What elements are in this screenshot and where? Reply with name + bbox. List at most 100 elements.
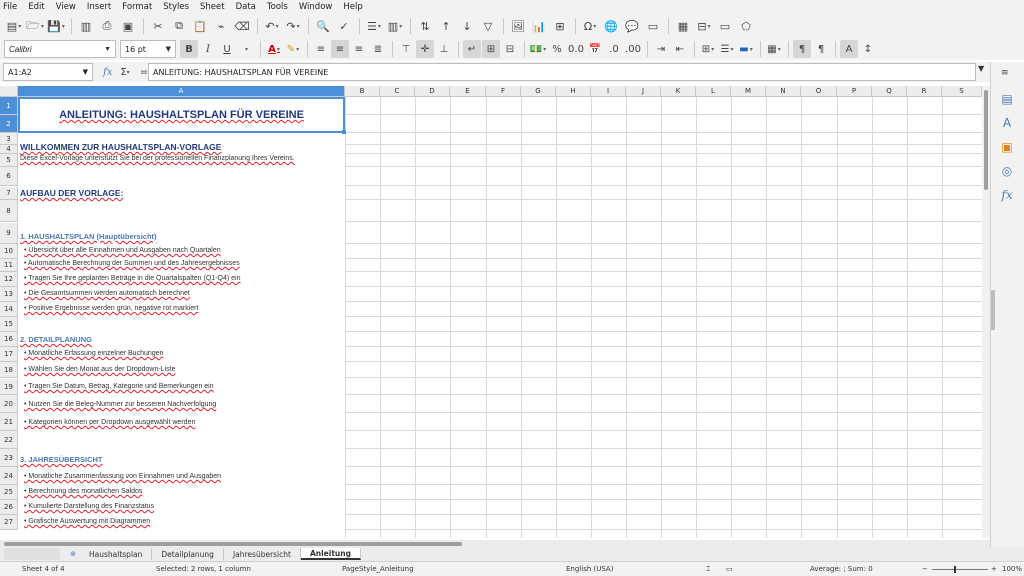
menu-edit[interactable]: Edit: [28, 2, 44, 12]
row-header-10[interactable]: 10: [0, 244, 18, 259]
cell-bullet-item[interactable]: • Berechnung des monatlichen Saldos: [24, 488, 142, 495]
italic-button[interactable]: I: [199, 40, 217, 58]
split-window-icon[interactable]: ▭: [715, 16, 735, 36]
conditional-format-icon[interactable]: ▦ ▾: [765, 40, 783, 58]
freeze-rows-columns-icon[interactable]: ⊟ ▾: [694, 16, 714, 36]
horizontal-scroll-thumb[interactable]: [4, 542, 462, 546]
row-header-2[interactable]: 2: [0, 115, 18, 133]
row-header-12[interactable]: 12: [0, 272, 18, 287]
cell-a7-structure[interactable]: AUFBAU DER VORLAGE:: [20, 188, 123, 198]
underline-dropdown-icon[interactable]: ▾: [237, 40, 255, 58]
cell-a16-section-2[interactable]: 2. DETAILPLANUNG: [20, 335, 92, 344]
row-header-3[interactable]: 3: [0, 133, 18, 145]
row-header-5[interactable]: 5: [0, 154, 18, 167]
menu-tools[interactable]: Tools: [267, 2, 288, 12]
column-header-j[interactable]: J: [626, 86, 661, 97]
align-center-icon[interactable]: ≡: [331, 40, 349, 58]
row-header-21[interactable]: 21: [0, 413, 18, 431]
sheet-tab-jahresübersicht[interactable]: Jahresübersicht: [224, 548, 301, 560]
sheet-tab-detailplanung[interactable]: Detailplanung: [152, 548, 224, 560]
chevron-down-icon[interactable]: ▼: [104, 46, 111, 53]
functions-icon[interactable]: fx: [998, 186, 1016, 204]
column-header-q[interactable]: Q: [872, 86, 907, 97]
cut-icon[interactable]: ✂: [148, 16, 168, 36]
formula-icon[interactable]: =: [140, 67, 148, 78]
zoom-in-icon[interactable]: +: [991, 565, 997, 573]
row-header-22[interactable]: 22: [0, 431, 18, 449]
align-bottom-icon[interactable]: ⊥: [435, 40, 453, 58]
navigator-icon[interactable]: ◎: [998, 162, 1016, 180]
column-header-n[interactable]: N: [766, 86, 801, 97]
zoom-out-icon[interactable]: −: [922, 565, 928, 573]
cell-bullet-item[interactable]: • Kumulierte Darstellung des Finanzstatu…: [24, 503, 154, 510]
name-box[interactable]: A1:A2 ▼: [3, 63, 93, 81]
delete-decimal-icon[interactable]: .00: [624, 40, 642, 58]
horizontal-scrollbar[interactable]: [0, 540, 990, 547]
menu-help[interactable]: Help: [343, 2, 362, 12]
cell-bullet-item[interactable]: • Wählen Sie den Monat aus der Dropdown-…: [24, 366, 175, 373]
text-orientation-icon[interactable]: A: [840, 40, 858, 58]
pivot-table-icon[interactable]: ⊞: [550, 16, 570, 36]
headers-footers-icon[interactable]: ▭: [643, 16, 663, 36]
column-header-c[interactable]: C: [380, 86, 415, 97]
cell-bullet-item[interactable]: • Tragen Sie Datum, Betrag, Kategorie un…: [24, 383, 214, 390]
bold-button[interactable]: B: [180, 40, 198, 58]
cell-a4-welcome[interactable]: WILLKOMMEN ZUR HAUSHALTSPLAN-VORLAGE: [20, 142, 221, 152]
center-vertically-icon[interactable]: ✛: [416, 40, 434, 58]
clear-formatting-icon[interactable]: ⌫: [232, 16, 252, 36]
expand-formula-icon[interactable]: ▼: [978, 64, 984, 73]
decrease-indent-icon[interactable]: ⇤: [671, 40, 689, 58]
column-header-i[interactable]: I: [591, 86, 626, 97]
font-color-icon[interactable]: A ▾: [265, 40, 283, 58]
row-header-4[interactable]: 4: [0, 145, 18, 154]
styles-icon[interactable]: A: [998, 114, 1016, 132]
sheet-tab-anleitung[interactable]: Anleitung: [300, 548, 361, 560]
undo-icon[interactable]: ↶ ▾: [262, 16, 282, 36]
save-icon[interactable]: 💾 ▾: [46, 16, 66, 36]
menu-file[interactable]: File: [3, 2, 17, 12]
border-style-icon[interactable]: ☰ ▾: [718, 40, 736, 58]
export-pdf-icon[interactable]: ▥: [76, 16, 96, 36]
column-header-h[interactable]: H: [556, 86, 591, 97]
text-direction-rtl-icon[interactable]: ¶: [812, 40, 830, 58]
cell-bullet-item[interactable]: • Übersicht über alle Einnahmen und Ausg…: [24, 247, 221, 254]
sidebar-menu-icon[interactable]: ≡: [1001, 68, 1009, 78]
border-color-icon[interactable]: ▬ ▾: [737, 40, 755, 58]
borders-icon[interactable]: ⊞ ▾: [699, 40, 717, 58]
text-direction-ltr-icon[interactable]: ¶: [793, 40, 811, 58]
properties-icon[interactable]: ▤: [998, 90, 1016, 108]
wrap-text-icon[interactable]: ↵: [463, 40, 481, 58]
zoom-slider[interactable]: [932, 569, 988, 570]
cell-bullet-item[interactable]: • Die Gesamtsummen werden automatisch be…: [24, 290, 190, 297]
print-preview-icon[interactable]: ▣: [118, 16, 138, 36]
row-header-24[interactable]: 24: [0, 467, 18, 485]
sheet-tab-haushaltsplan[interactable]: Haushaltsplan: [80, 548, 153, 560]
zoom-level[interactable]: 100%: [1002, 565, 1022, 573]
new-document-icon[interactable]: ▤ ▾: [4, 16, 24, 36]
menu-window[interactable]: Window: [299, 2, 333, 12]
row-icon[interactable]: ☰ ▾: [364, 16, 384, 36]
selection-mode-icon[interactable]: ⌶: [706, 565, 710, 574]
sort-ascending-icon[interactable]: ↑: [436, 16, 456, 36]
gallery-icon[interactable]: ▣: [998, 138, 1016, 156]
column-header-m[interactable]: M: [731, 86, 766, 97]
language[interactable]: English (USA): [566, 565, 613, 573]
column-header-g[interactable]: G: [521, 86, 556, 97]
sort-icon[interactable]: ⇅: [415, 16, 435, 36]
column-header-s[interactable]: S: [942, 86, 982, 97]
column-header-a[interactable]: A: [18, 86, 345, 97]
comment-icon[interactable]: 💬: [622, 16, 642, 36]
row-header-27[interactable]: 27: [0, 515, 18, 530]
merge-center-icon[interactable]: ⊞: [482, 40, 500, 58]
row-header-19[interactable]: 19: [0, 379, 18, 395]
menu-data[interactable]: Data: [236, 2, 256, 12]
define-print-area-icon[interactable]: ▦: [673, 16, 693, 36]
cell-a9-section-1[interactable]: 1. HAUSHALTSPLAN (Hauptübersicht): [20, 232, 157, 241]
sidebar-resize-handle[interactable]: [991, 290, 995, 330]
underline-button[interactable]: U: [218, 40, 236, 58]
autofilter-icon[interactable]: ▽: [478, 16, 498, 36]
menu-styles[interactable]: Styles: [163, 2, 189, 12]
cell-a1-title[interactable]: ANLEITUNG: HAUSHALTSPLAN FÜR VEREINE: [18, 97, 345, 133]
row-header-18[interactable]: 18: [0, 362, 18, 378]
currency-format-icon[interactable]: 💵 ▾: [529, 40, 547, 58]
